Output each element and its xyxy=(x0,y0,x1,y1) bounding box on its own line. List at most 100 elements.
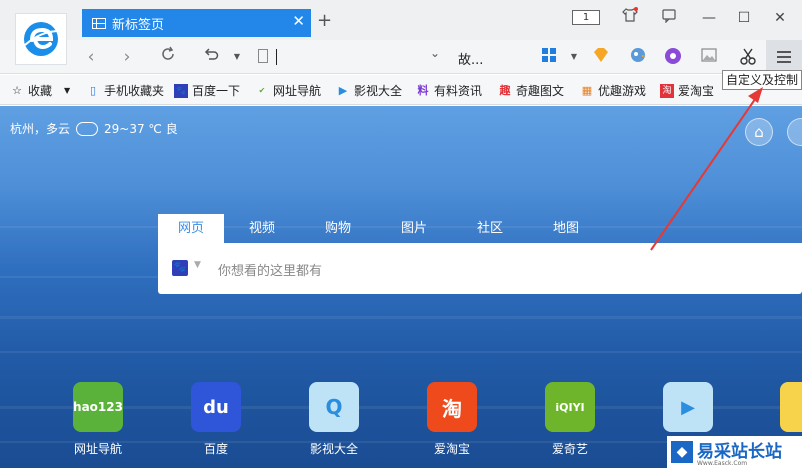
search-tab-map[interactable]: 地图 xyxy=(528,214,604,243)
weather-city: 杭州，多云 xyxy=(10,122,71,136)
diamond-icon[interactable] xyxy=(590,47,612,67)
bookmark-label: 有料资讯 xyxy=(434,84,483,98)
bookmark-video[interactable]: ▶ 影视大全 xyxy=(336,82,402,99)
phone-icon: ▯ xyxy=(89,83,97,97)
watermark-logo-icon: ◆ xyxy=(671,441,693,463)
engine-dropdown-icon[interactable]: ▼ xyxy=(194,260,201,270)
navigation-bar: ‹ › ▼ ⌄ 故... ▼ xyxy=(0,40,802,74)
watermark-sub: Www.Easck.Com xyxy=(697,460,748,467)
search-tab-community[interactable]: 社区 xyxy=(452,214,528,243)
home-icon[interactable]: ⌂ xyxy=(745,118,773,146)
forward-icon[interactable]: › xyxy=(114,44,140,70)
search-tab-video[interactable]: 视频 xyxy=(224,214,300,243)
image-icon[interactable] xyxy=(698,47,720,67)
bookmark-taobao[interactable]: 淘 爱淘宝 xyxy=(660,82,714,99)
watermark: ◆ 易采站长站 Www.Easck.Com xyxy=(667,436,802,468)
minimize-button[interactable]: — xyxy=(696,7,722,29)
menu-icon[interactable] xyxy=(766,40,802,73)
tab-title: 新标签页 xyxy=(112,17,165,33)
game-icon[interactable] xyxy=(662,47,684,67)
iqiyi-icon: iQIYI xyxy=(545,382,595,432)
fun-icon: 趣 xyxy=(499,83,511,97)
address-bar[interactable]: ⌄ xyxy=(252,44,452,70)
bookmark-label: 奇趣图文 xyxy=(516,84,565,98)
window-count-badge[interactable]: 1 xyxy=(572,10,600,25)
close-window-button[interactable]: ✕ xyxy=(767,7,793,29)
browser-logo-icon xyxy=(15,13,67,65)
bookmark-hao123[interactable]: ✔ 网址导航 xyxy=(255,82,321,99)
search-tab-images[interactable]: 图片 xyxy=(376,214,452,243)
search-input[interactable]: 你想看的这里都有 xyxy=(218,260,322,279)
new-tab-page: 杭州，多云 29~37 ℃ 良 ⌂ 网页 视频 购物 图片 社区 地图 🐾 ▼ … xyxy=(0,106,802,468)
hao123-icon: ✔ xyxy=(258,85,266,95)
video-icon: Q xyxy=(309,382,359,432)
customize-tooltip: 自定义及控制 xyxy=(722,70,802,90)
site-player[interactable]: ▶ xyxy=(648,382,728,440)
bookmark-label: 百度一下 xyxy=(192,84,241,98)
bookmark-mobile-favorites[interactable]: ▯ 手机收藏夹 xyxy=(86,82,164,99)
site-label: 网址导航 xyxy=(73,442,122,456)
text-caret xyxy=(276,49,277,65)
search-box[interactable]: 🐾 ▼ 你想看的这里都有 xyxy=(158,243,802,294)
hao123-icon: hao123 xyxy=(73,382,123,432)
games-icon: ▦ xyxy=(581,83,593,97)
bird-icon[interactable] xyxy=(627,47,649,67)
bookmark-label: 收藏 xyxy=(28,84,53,98)
address-dropdown-icon[interactable]: ⌄ xyxy=(430,46,440,60)
site-video[interactable]: Q 影视大全 xyxy=(294,382,374,457)
bookmark-games[interactable]: ▦ 优趣游戏 xyxy=(580,82,646,99)
refresh-icon[interactable] xyxy=(155,44,181,70)
bookmark-label: 爱淘宝 xyxy=(678,84,715,98)
page-icon xyxy=(258,49,268,63)
chat-icon[interactable] xyxy=(656,7,682,29)
search-tabs: 网页 视频 购物 图片 社区 地图 xyxy=(158,214,604,243)
apps-dropdown-icon[interactable]: ▼ xyxy=(563,47,585,67)
shirt-icon[interactable] xyxy=(617,7,643,29)
title-bar: 新标签页 ✕ + 1 — ☐ ✕ xyxy=(0,0,802,40)
bookmark-label: 网址导航 xyxy=(273,84,322,98)
bookmark-label: 优趣游戏 xyxy=(598,84,647,98)
bookmark-favorites[interactable]: ☆ 收藏 ▼ xyxy=(10,82,70,99)
baidu-paw-icon[interactable]: 🐾 xyxy=(172,260,188,276)
tab-new[interactable]: 新标签页 ✕ xyxy=(82,9,311,37)
bookmarks-bar: ☆ 收藏 ▼ ▯ 手机收藏夹 🐾 百度一下 ✔ 网址导航 ▶ 影视大全 料 有料… xyxy=(0,75,802,105)
scissors-icon[interactable] xyxy=(737,47,759,67)
site-label: 爱淘宝 xyxy=(433,442,470,456)
site-label: 影视大全 xyxy=(309,442,358,456)
watermark-title: 易采站长站 xyxy=(697,442,782,462)
search-tab-web[interactable]: 网页 xyxy=(158,214,224,243)
taobao-icon: 淘 xyxy=(427,382,477,432)
new-tab-button[interactable]: + xyxy=(317,10,332,31)
bookmark-news[interactable]: 料 有料资讯 xyxy=(416,82,483,99)
undo-icon[interactable] xyxy=(198,44,224,70)
apps-icon[interactable] xyxy=(538,47,560,67)
bookmark-fun[interactable]: 趣 奇趣图文 xyxy=(498,82,565,99)
partial-site-icon xyxy=(780,382,802,432)
bookmark-label: 手机收藏夹 xyxy=(104,84,165,98)
tab-grid-icon xyxy=(92,17,106,29)
site-iqiyi[interactable]: iQIYI 爱奇艺 xyxy=(530,382,610,457)
site-baidu[interactable]: du 百度 xyxy=(176,382,256,457)
site-hao123[interactable]: hao123 网址导航 xyxy=(58,382,138,457)
search-engine-word[interactable]: 故... xyxy=(458,49,483,68)
search-tab-shopping[interactable]: 购物 xyxy=(300,214,376,243)
player-icon: ▶ xyxy=(663,382,713,432)
site-label: 百度 xyxy=(203,442,228,456)
site-partial[interactable] xyxy=(766,382,802,440)
star-icon: ☆ xyxy=(12,83,22,97)
apps-grid-icon[interactable] xyxy=(787,118,802,146)
weather-widget[interactable]: 杭州，多云 29~37 ℃ 良 xyxy=(10,120,178,137)
baidu-icon: du xyxy=(191,382,241,432)
site-taobao[interactable]: 淘 爱淘宝 xyxy=(412,382,492,457)
undo-dropdown-icon[interactable]: ▼ xyxy=(224,44,250,70)
site-label: 爱奇艺 xyxy=(551,442,588,456)
taobao-icon: 淘 xyxy=(660,83,674,98)
bookmark-baidu[interactable]: 🐾 百度一下 xyxy=(174,82,240,99)
weather-temp: 29~37 ℃ 良 xyxy=(104,122,178,136)
maximize-button[interactable]: ☐ xyxy=(731,7,757,29)
video-icon: ▶ xyxy=(338,83,348,97)
favorites-dropdown-icon[interactable]: ▼ xyxy=(64,86,70,95)
back-icon[interactable]: ‹ xyxy=(78,44,104,70)
tab-close-icon[interactable]: ✕ xyxy=(292,12,305,30)
cloud-icon xyxy=(76,121,99,136)
